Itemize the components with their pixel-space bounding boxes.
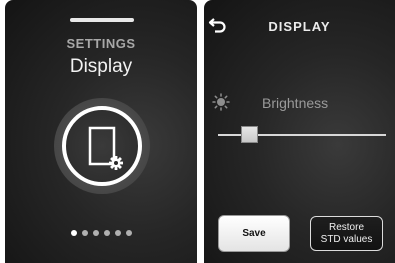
icon-ring [62, 106, 142, 186]
restore-label-line1: Restore [328, 221, 364, 233]
restore-label-line2: STD values [320, 233, 373, 245]
page-dot [103, 230, 110, 236]
display-settings-icon [88, 126, 123, 170]
sun-icon [212, 93, 230, 111]
page-title: DISPLAY [268, 19, 331, 34]
display-settings-panel: DISPLAY Brightness Save Restore STD valu… [204, 0, 395, 263]
save-button[interactable]: Save [218, 215, 290, 252]
brightness-slider-thumb[interactable] [241, 126, 259, 143]
page-dot [92, 230, 99, 236]
menu-item-title: Display [69, 56, 133, 77]
restore-defaults-button[interactable]: Restore STD values [310, 216, 383, 251]
display-menu-button[interactable] [54, 98, 150, 194]
page-dot [70, 230, 77, 236]
settings-menu-panel: SETTINGS Display [5, 0, 197, 263]
swipe-handle[interactable] [70, 18, 134, 22]
brightness-label: Brightness [262, 95, 329, 111]
page-indicator [5, 230, 197, 236]
page-dot [114, 230, 121, 236]
page-dot [125, 230, 132, 236]
page-dot [81, 230, 88, 236]
settings-category-label: SETTINGS [66, 36, 136, 51]
